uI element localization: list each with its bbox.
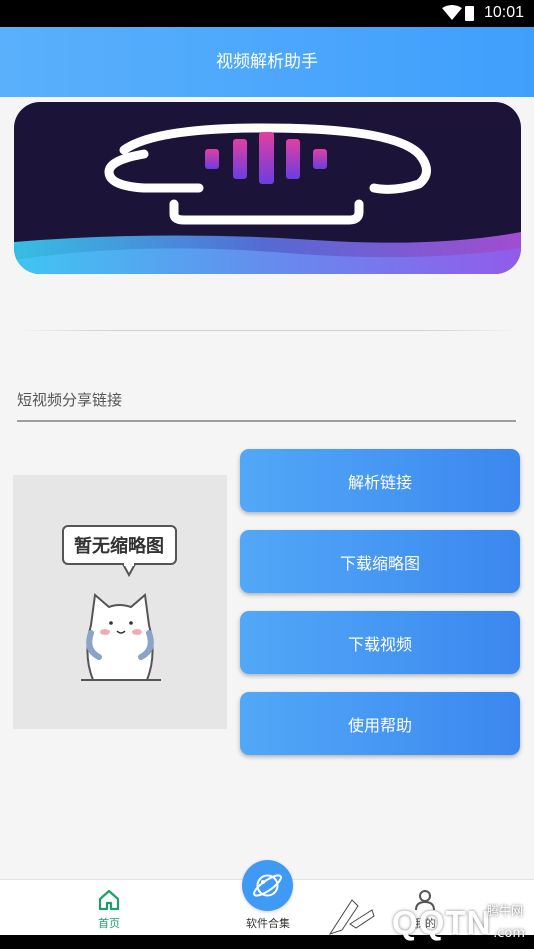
no-thumbnail-caption: 暂无缩略图 — [74, 535, 164, 557]
status-bar: 10:01 — [0, 0, 534, 27]
help-label: 使用帮助 — [347, 715, 412, 735]
tab-mine[interactable]: 我的 — [395, 880, 455, 936]
battery-icon — [465, 6, 474, 21]
thumbnail-placeholder: 暂无缩略图 — [13, 475, 227, 729]
download-thumbnail-button[interactable]: 下载缩略图 — [240, 530, 520, 593]
divider — [16, 330, 518, 331]
page-title: 视频解析助手 — [216, 52, 318, 72]
system-navigation-strip — [0, 935, 534, 949]
app-collection-fab[interactable] — [242, 860, 293, 911]
banner-image — [14, 102, 521, 274]
home-icon — [98, 889, 120, 911]
parse-link-label: 解析链接 — [347, 472, 412, 492]
parse-link-button[interactable]: 解析链接 — [240, 449, 520, 512]
download-video-label: 下载视频 — [347, 634, 412, 654]
share-link-input[interactable] — [17, 380, 516, 422]
status-time: 10:01 — [483, 4, 524, 21]
download-video-button[interactable]: 下载视频 — [240, 611, 520, 674]
tab-apps-label: 软件合集 — [246, 917, 290, 930]
help-button[interactable]: 使用帮助 — [240, 692, 520, 755]
wifi-icon — [442, 5, 462, 20]
download-thumbnail-label: 下载缩略图 — [339, 553, 420, 573]
tab-home[interactable]: 首页 — [78, 880, 140, 936]
tab-mine-label: 我的 — [414, 917, 436, 930]
banner-logo-graphic — [14, 102, 521, 274]
tab-home-label: 首页 — [98, 917, 120, 930]
user-icon — [415, 890, 435, 911]
planet-icon — [253, 874, 282, 897]
cat-illustration: 暂无缩略图 — [62, 525, 177, 681]
app-bar: 视频解析助手 — [0, 27, 534, 97]
